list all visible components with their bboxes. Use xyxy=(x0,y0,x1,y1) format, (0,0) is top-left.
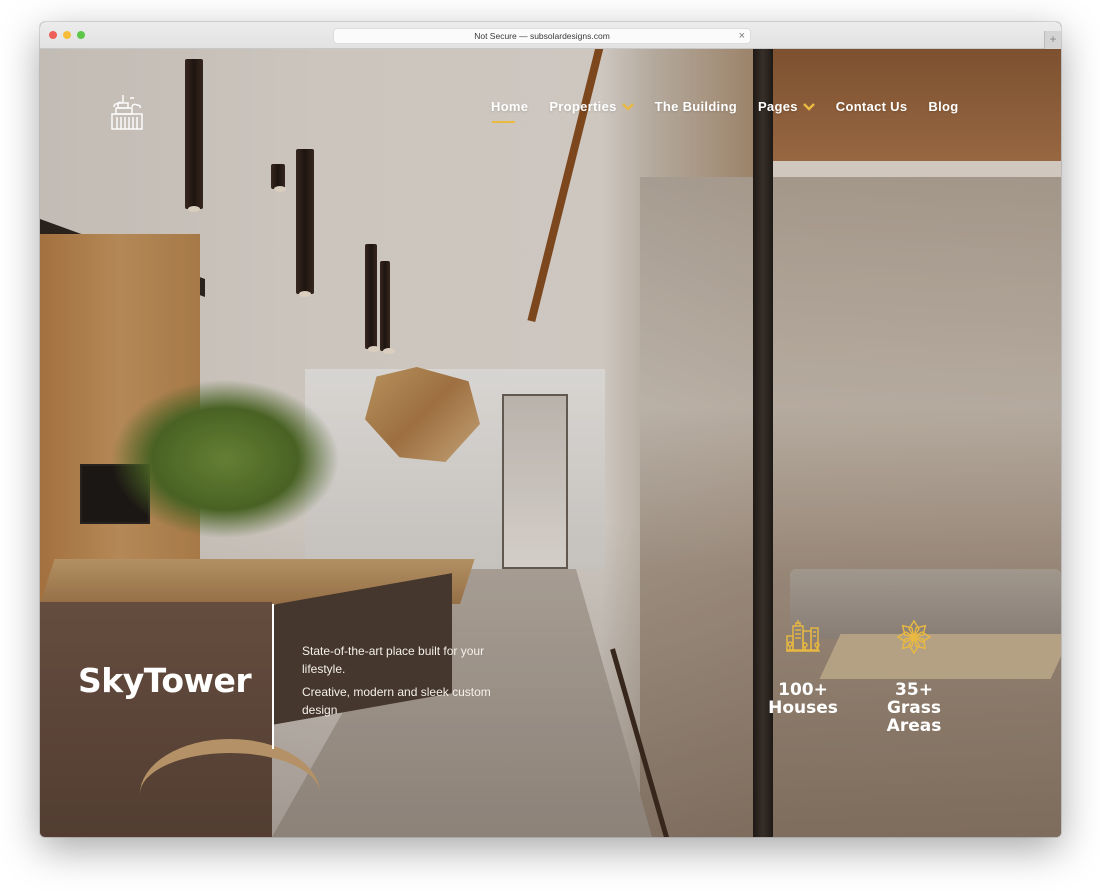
close-icon[interactable]: × xyxy=(739,29,745,43)
nav-contact-us-label: Contact Us xyxy=(835,99,908,114)
stat-grass-areas: 35+ Grass Areas xyxy=(869,619,959,735)
stat-grass-number: 35+ xyxy=(895,680,933,700)
hero-section: Home Properties The Building Pages Conta… xyxy=(40,49,1061,837)
skyscraper-logo-icon[interactable] xyxy=(110,93,144,131)
address-bar-text: Not Secure — subsolardesigns.com xyxy=(474,31,610,41)
browser-window: Not Secure — subsolardesigns.com × + Hom… xyxy=(40,22,1061,837)
nav-contact-us[interactable]: Contact Us xyxy=(836,99,908,114)
stat-houses-number: 100+ xyxy=(778,680,828,700)
nav-pages[interactable]: Pages xyxy=(758,99,815,114)
browser-titlebar: Not Secure — subsolardesigns.com × + xyxy=(40,22,1061,49)
nav-properties-label: Properties xyxy=(549,99,617,114)
new-tab-button[interactable]: + xyxy=(1044,31,1061,49)
main-navigation: Home Properties The Building Pages Conta… xyxy=(491,99,958,123)
nav-properties[interactable]: Properties xyxy=(549,99,634,114)
hero-tagline: State-of-the-art place built for your li… xyxy=(302,642,492,719)
close-window-button[interactable] xyxy=(49,31,57,39)
nav-pages-label: Pages xyxy=(757,99,798,114)
nav-blog[interactable]: Blog xyxy=(928,99,958,114)
hero-divider xyxy=(272,604,274,749)
hero-title: SkyTower xyxy=(78,661,252,700)
flower-icon xyxy=(896,619,932,655)
address-bar[interactable]: Not Secure — subsolardesigns.com × xyxy=(333,28,751,44)
nav-the-building[interactable]: The Building xyxy=(655,99,737,114)
nav-home[interactable]: Home xyxy=(491,99,529,123)
nav-active-indicator xyxy=(492,121,515,123)
maximize-window-button[interactable] xyxy=(77,31,85,39)
stat-houses: 100+ Houses xyxy=(758,619,848,717)
chevron-down-icon xyxy=(802,102,815,111)
nav-home-label: Home xyxy=(491,99,529,114)
hero-tagline-line-2: Creative, modern and sleek custom design xyxy=(302,685,491,717)
nav-blog-label: Blog xyxy=(928,99,959,114)
minimize-window-button[interactable] xyxy=(63,31,71,39)
chevron-down-icon xyxy=(621,102,634,111)
nav-the-building-label: The Building xyxy=(654,99,737,114)
city-buildings-icon xyxy=(786,620,820,652)
hero-tagline-line-1: State-of-the-art place built for your li… xyxy=(302,644,485,676)
stat-grass-label: Grass Areas xyxy=(886,698,942,736)
stat-houses-label: Houses xyxy=(768,698,838,718)
